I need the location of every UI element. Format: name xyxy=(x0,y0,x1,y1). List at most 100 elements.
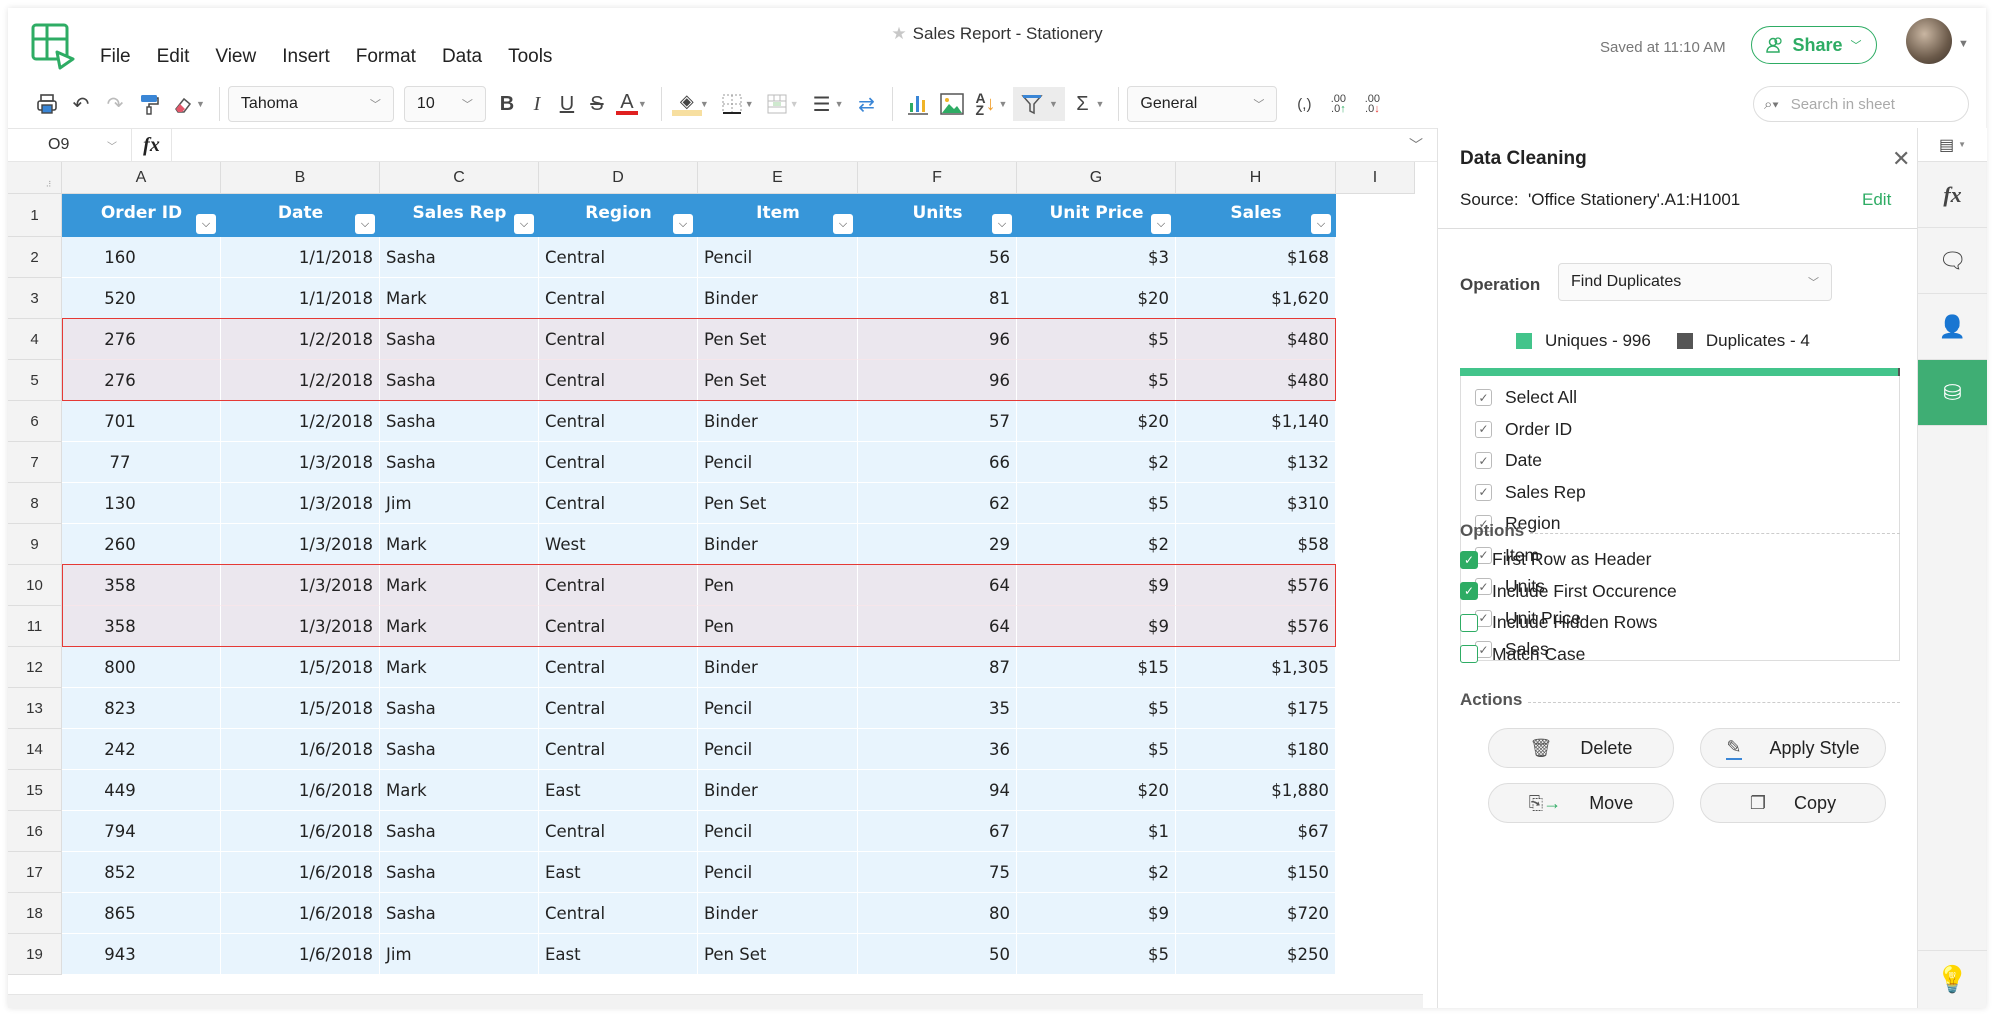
table-cell[interactable]: $310 xyxy=(1176,483,1336,524)
table-cell[interactable]: 36 xyxy=(858,729,1017,770)
row-header[interactable]: 16 xyxy=(8,811,62,852)
table-cell[interactable]: $2 xyxy=(1017,442,1176,483)
table-cell[interactable]: 794 xyxy=(62,811,221,852)
caret-down-icon[interactable]: ▼ xyxy=(700,99,709,109)
select-all-corner[interactable]: ⠼ xyxy=(8,162,62,194)
row-header[interactable]: 13 xyxy=(8,688,62,729)
caret-down-icon[interactable]: ▼ xyxy=(835,99,844,109)
table-cell[interactable]: Sasha xyxy=(380,811,539,852)
table-cell[interactable]: 80 xyxy=(858,893,1017,934)
filter-dropdown-icon[interactable]: ⌵ xyxy=(1311,214,1331,234)
table-cell[interactable]: 242 xyxy=(62,729,221,770)
table-cell[interactable]: 1/6/2018 xyxy=(221,770,380,811)
row-header[interactable]: 7 xyxy=(8,442,62,483)
table-cell[interactable]: 57 xyxy=(858,401,1017,442)
table-cell[interactable]: $1 xyxy=(1017,811,1176,852)
table-cell[interactable]: Central xyxy=(539,647,698,688)
table-cell[interactable]: Central xyxy=(539,688,698,729)
table-cell[interactable]: Pencil xyxy=(698,442,858,483)
user-avatar[interactable] xyxy=(1906,18,1952,64)
table-cell[interactable]: 96 xyxy=(858,360,1017,401)
search-sheet-input[interactable]: ⌕▾ Search in sheet xyxy=(1753,86,1969,122)
underline-icon[interactable]: U xyxy=(552,87,582,121)
wrap-text-icon[interactable]: ⇄ xyxy=(850,87,884,121)
table-cell[interactable]: $15 xyxy=(1017,647,1176,688)
column-checkbox-item[interactable]: ✓ Select All xyxy=(1461,382,1899,414)
table-cell[interactable]: $132 xyxy=(1176,442,1336,483)
sum-icon[interactable]: Σ xyxy=(1065,87,1099,121)
table-cell[interactable]: Pencil xyxy=(698,729,858,770)
column-header-i[interactable]: I xyxy=(1336,162,1415,194)
clear-format-icon[interactable] xyxy=(166,87,200,121)
table-cell[interactable]: 449 xyxy=(62,770,221,811)
column-header-c[interactable]: C xyxy=(380,162,539,194)
table-cell[interactable]: 1/3/2018 xyxy=(221,606,380,647)
table-cell[interactable]: 1/2/2018 xyxy=(221,319,380,360)
increase-decimal-icon[interactable]: .00.0↑ xyxy=(1321,87,1355,121)
table-cell[interactable]: Pencil xyxy=(698,237,858,278)
table-cell[interactable]: Sasha xyxy=(380,729,539,770)
font-size-select[interactable]: 10 ﹀ xyxy=(403,86,486,122)
table-cell[interactable]: $5 xyxy=(1017,729,1176,770)
table-cell[interactable]: 81 xyxy=(858,278,1017,319)
table-cell[interactable]: 130 xyxy=(62,483,221,524)
table-cell[interactable]: Binder xyxy=(698,278,858,319)
view-options-icon[interactable]: ▤ ▼ xyxy=(1918,128,1987,162)
table-header-cell[interactable]: Sales ⌵ xyxy=(1176,194,1336,237)
table-cell[interactable]: 94 xyxy=(858,770,1017,811)
table-cell[interactable]: $5 xyxy=(1017,319,1176,360)
filter-dropdown-icon[interactable]: ⌵ xyxy=(673,214,693,234)
table-cell[interactable]: Central xyxy=(539,606,698,647)
table-cell[interactable]: Central xyxy=(539,401,698,442)
column-header-b[interactable]: B xyxy=(221,162,380,194)
row-header[interactable]: 8 xyxy=(8,483,62,524)
table-cell[interactable]: 67 xyxy=(858,811,1017,852)
table-cell[interactable]: 852 xyxy=(62,852,221,893)
row-header[interactable]: 15 xyxy=(8,770,62,811)
operation-select[interactable]: Find Duplicates ﹀ xyxy=(1558,263,1832,301)
chart-icon[interactable] xyxy=(901,87,935,121)
table-header-cell[interactable]: Sales Rep ⌵ xyxy=(380,194,539,237)
table-cell[interactable]: 260 xyxy=(62,524,221,565)
strikethrough-icon[interactable]: S xyxy=(582,87,612,121)
expand-formula-icon[interactable]: ﹀ xyxy=(1409,135,1423,155)
edit-source-link[interactable]: Edit xyxy=(1862,190,1891,210)
table-cell[interactable]: Sasha xyxy=(380,360,539,401)
table-cell[interactable]: 1/1/2018 xyxy=(221,278,380,319)
table-cell[interactable]: $480 xyxy=(1176,360,1336,401)
table-cell[interactable]: 823 xyxy=(62,688,221,729)
table-cell[interactable]: Central xyxy=(539,319,698,360)
column-header-f[interactable]: F xyxy=(858,162,1017,194)
table-header-cell[interactable]: Region ⌵ xyxy=(539,194,698,237)
table-header-cell[interactable]: Item ⌵ xyxy=(698,194,858,237)
table-cell[interactable]: Mark xyxy=(380,524,539,565)
move-button[interactable]: ⎘→ Move xyxy=(1488,783,1674,823)
menu-file[interactable]: File xyxy=(100,46,131,68)
row-header[interactable]: 10 xyxy=(8,565,62,606)
table-cell[interactable]: $5 xyxy=(1017,934,1176,975)
paint-format-icon[interactable] xyxy=(132,87,166,121)
table-cell[interactable]: $168 xyxy=(1176,237,1336,278)
table-cell[interactable]: Sasha xyxy=(380,319,539,360)
insert-image-icon[interactable] xyxy=(935,87,969,121)
table-cell[interactable]: Central xyxy=(539,893,698,934)
table-cell[interactable]: $9 xyxy=(1017,893,1176,934)
table-cell[interactable]: $1,880 xyxy=(1176,770,1336,811)
table-cell[interactable]: 1/5/2018 xyxy=(221,688,380,729)
checkbox[interactable]: ✓ xyxy=(1460,550,1478,569)
table-cell[interactable]: $180 xyxy=(1176,729,1336,770)
table-cell[interactable]: $480 xyxy=(1176,319,1336,360)
table-cell[interactable]: 1/6/2018 xyxy=(221,729,380,770)
table-cell[interactable]: Sasha xyxy=(380,401,539,442)
row-header[interactable]: 5 xyxy=(8,360,62,401)
row-header[interactable]: 9 xyxy=(8,524,62,565)
menu-tools[interactable]: Tools xyxy=(508,46,552,68)
table-cell[interactable]: 1/1/2018 xyxy=(221,237,380,278)
table-cell[interactable]: Sasha xyxy=(380,893,539,934)
row-header[interactable]: 14 xyxy=(8,729,62,770)
caret-down-icon[interactable]: ▼ xyxy=(638,99,647,109)
number-format-select[interactable]: General ﹀ xyxy=(1127,86,1278,122)
table-cell[interactable]: 1/6/2018 xyxy=(221,893,380,934)
table-cell[interactable]: 1/3/2018 xyxy=(221,524,380,565)
table-cell[interactable]: 50 xyxy=(858,934,1017,975)
